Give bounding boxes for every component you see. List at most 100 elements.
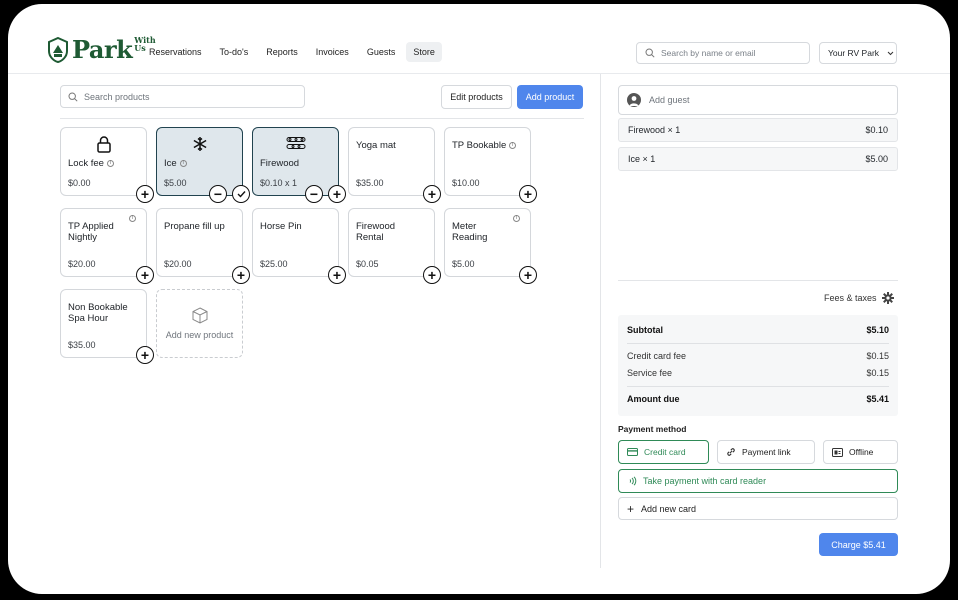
logo-wordmark: Park [72,35,133,64]
add-item-button[interactable]: + [136,346,154,364]
add-item-button[interactable]: + [328,185,346,203]
edit-products-button[interactable]: Edit products [441,85,512,109]
app-window: Park With Us Reservations To-do's Report… [8,4,950,594]
offline-label: Offline [849,447,874,457]
park-select-dropdown[interactable]: Your RV Park [819,42,897,64]
payment-link-method-button[interactable]: Payment link [717,440,815,464]
product-price: $20.00 [68,259,96,269]
add-product-button[interactable]: Add product [517,85,583,109]
search-icon [645,48,655,58]
add-new-card-label: Add new card [641,503,697,514]
add-new-product-card[interactable]: Add new product [156,289,243,358]
cart-item-ice[interactable]: Ice × 1 $5.00 [618,147,898,171]
subtotal-row: Subtotal $5.10 [627,325,889,335]
nav-reservations[interactable]: Reservations [142,42,209,62]
check-icon [237,191,246,198]
card-reader-label: Take payment with card reader [643,476,767,486]
credit-card-label: Credit card [644,447,686,457]
decrement-button[interactable]: − [209,185,227,203]
top-bar: Park With Us Reservations To-do's Report… [8,4,950,74]
product-card-horse-pin[interactable]: Horse Pin $25.00 [252,208,339,277]
product-card-firewood-rental[interactable]: Firewood Rental $0.05 [348,208,435,277]
amount-due-row: Amount due $5.41 [627,394,889,404]
add-guest-field[interactable]: Add guest [618,85,898,115]
product-price: $10.00 [452,178,480,188]
link-icon [727,448,735,456]
add-item-button[interactable]: + [519,266,537,284]
cash-icon [832,447,843,457]
product-name: Non Bookable Spa Hour [68,302,128,324]
product-name: Meter Reading [452,221,488,243]
nav-guests[interactable]: Guests [360,42,403,62]
nav-reports[interactable]: Reports [259,42,305,62]
product-price: $25.00 [260,259,288,269]
info-icon: i [129,215,136,222]
product-card-non-bookable-spa-hour[interactable]: Non Bookable Spa Hour $35.00 [60,289,147,358]
product-name: Lock fee [68,158,104,169]
product-name: Propane fill up [164,221,225,232]
park-select-value: Your RV Park [828,48,880,58]
product-card-meter-reading[interactable]: Meter Reading i $5.00 [444,208,531,277]
payment-summary: Subtotal $5.10 Credit card fee $0.15 Ser… [618,315,898,416]
service-fee-label: Service fee [627,368,673,378]
product-card-propane-fill-up[interactable]: Propane fill up $20.00 [156,208,243,277]
decrement-button[interactable]: − [305,185,323,203]
product-price: $5.00 [164,178,187,188]
nav-todos[interactable]: To-do's [213,42,256,62]
credit-card-fee-row: Credit card fee $0.15 [627,351,889,361]
product-name: TP Applied Nightly [68,221,114,243]
nav-invoices[interactable]: Invoices [309,42,356,62]
park-with-us-logo[interactable]: Park With Us [48,35,156,64]
add-new-card-button[interactable]: + Add new card [618,497,898,520]
add-item-button[interactable]: + [232,266,250,284]
add-item-button[interactable]: + [423,185,441,203]
add-item-button[interactable]: + [136,266,154,284]
pane-divider [600,74,601,568]
cart-item-label: Ice × 1 [628,154,656,164]
credit-card-icon [627,448,638,456]
product-card-yoga-mat[interactable]: Yoga mat $35.00 [348,127,435,196]
product-name: Firewood Rental [356,221,396,243]
snowflake-icon [193,137,206,151]
add-item-button[interactable]: + [423,266,441,284]
subtotal-label: Subtotal [627,325,663,335]
divider [618,280,898,281]
credit-card-method-button[interactable]: Credit card [618,440,709,464]
info-icon: i [106,160,114,167]
amount-due-label: Amount due [627,394,680,404]
fees-label: Fees & taxes [824,293,877,303]
product-card-ice[interactable]: Ice i $5.00 [156,127,243,196]
charge-button[interactable]: Charge $5.41 [819,533,898,556]
product-card-tp-applied-nightly[interactable]: TP Applied Nightly i $20.00 [60,208,147,277]
global-search-input[interactable]: Search by name or email [636,42,810,64]
add-item-button[interactable]: + [328,266,346,284]
cc-fee-label: Credit card fee [627,351,687,361]
service-fee-row: Service fee $0.15 [627,368,889,378]
card-reader-button[interactable]: Take payment with card reader [618,469,898,493]
divider [627,386,889,387]
divider [627,343,889,344]
user-avatar-icon [627,93,641,107]
divider [60,118,584,119]
add-item-button[interactable]: + [136,185,154,203]
cart-item-price: $0.10 [865,125,888,135]
selected-check-button[interactable] [232,185,250,203]
service-fee-value: $0.15 [866,368,889,378]
add-item-button[interactable]: + [519,185,537,203]
product-card-tp-bookable[interactable]: TP Bookable i $10.00 [444,127,531,196]
product-search-input[interactable]: Search products [60,85,305,108]
offline-method-button[interactable]: Offline [823,440,898,464]
product-card-lock-fee[interactable]: Lock fee i $0.00 [60,127,147,196]
payment-link-label: Payment link [742,447,791,457]
product-price: $0.05 [356,259,379,269]
box-icon [192,307,207,324]
cart-item-label: Firewood × 1 [628,125,681,135]
amount-due-value: $5.41 [866,394,889,404]
nav-store[interactable]: Store [406,42,442,62]
plus-icon: + [627,501,635,516]
fees-and-taxes-button[interactable]: Fees & taxes [824,292,894,304]
add-guest-label: Add guest [649,95,690,105]
search-icon [68,91,78,102]
cart-item-firewood[interactable]: Firewood × 1 $0.10 [618,118,898,142]
product-card-firewood[interactable]: Firewood $0.10 x 1 [252,127,339,196]
